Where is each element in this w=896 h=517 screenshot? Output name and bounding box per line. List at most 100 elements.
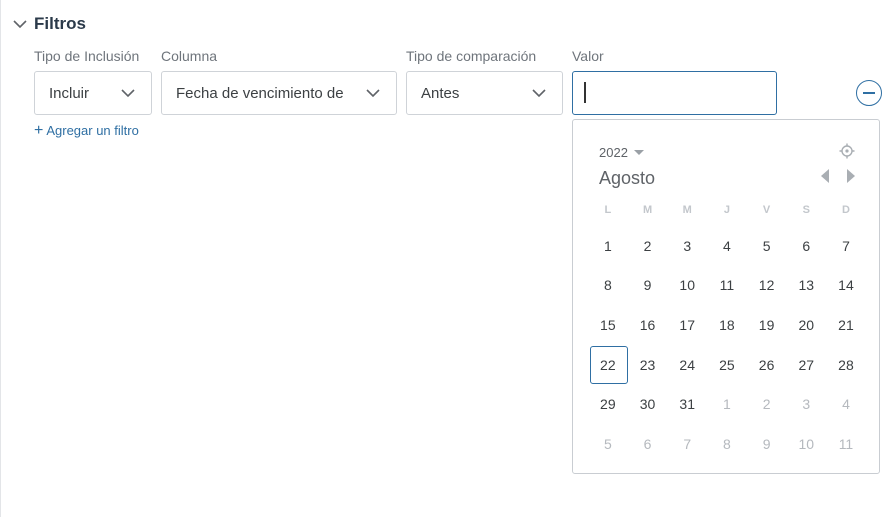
calendar-day[interactable]: 30 [628,384,668,424]
plus-icon: + [34,121,44,139]
filters-section-toggle[interactable]: Filtros [12,14,86,34]
calendar-day[interactable]: 23 [628,345,668,385]
weekday-label: D [841,204,850,216]
text-caret [584,82,586,103]
year-selector[interactable]: 2022 [599,145,644,160]
calendar-day[interactable]: 31 [667,384,707,424]
add-filter-link[interactable]: + Agregar un filtro [34,121,139,139]
day-number: 22 [600,356,616,373]
minus-icon [863,92,875,94]
day-number: 12 [758,277,775,294]
day-number: 25 [719,356,735,373]
calendar-day[interactable]: 1 [588,226,628,266]
calendar-day[interactable]: 21 [826,305,866,345]
calendar-day[interactable]: 14 [826,266,866,306]
day-number: 6 [802,237,811,254]
calendar-day[interactable]: 12 [747,266,787,306]
add-filter-label: Agregar un filtro [46,123,139,138]
calendar-day[interactable]: 17 [667,305,707,345]
day-number: 28 [838,356,854,373]
day-number: 26 [758,356,775,373]
calendar-day[interactable]: 4 [707,226,747,266]
inclusion-type-select[interactable]: Incluir [34,71,152,115]
day-number: 21 [838,316,854,333]
calendar-day-selected[interactable]: 22 [588,345,628,385]
calendar-day[interactable]: 24 [667,345,707,385]
chevron-down-icon [532,89,546,98]
calendar-day[interactable]: 20 [786,305,826,345]
calendar-day[interactable]: 11 [826,424,866,464]
day-number: 2 [643,237,652,254]
chevron-down-icon [121,89,135,98]
calendar-day[interactable]: 16 [628,305,668,345]
value-date-input[interactable] [572,71,777,115]
day-number: 4 [842,396,850,413]
column-value: Fecha de vencimiento de [176,84,344,102]
day-number: 27 [798,356,815,373]
remove-filter-button[interactable] [856,80,882,106]
calendar-day[interactable]: 8 [707,424,747,464]
calendar-day[interactable]: 3 [786,384,826,424]
calendar-day[interactable]: 11 [707,266,747,306]
day-number: 5 [762,237,771,254]
calendar-day[interactable]: 9 [747,424,787,464]
day-number: 9 [762,435,771,452]
calendar-day[interactable]: 8 [588,266,628,306]
calendar-day[interactable]: 9 [628,266,668,306]
day-number: 7 [842,237,850,254]
day-number: 11 [838,435,854,452]
weekday-label: M [642,204,653,216]
calendar-day[interactable]: 5 [588,424,628,464]
calendar-day[interactable]: 27 [786,345,826,385]
weekday-header: L M M J V S D [588,204,866,216]
calendar-day[interactable]: 10 [667,266,707,306]
day-number: 20 [798,316,815,333]
next-month-icon[interactable] [847,169,855,183]
previous-month-icon[interactable] [821,169,829,183]
day-number: 16 [639,316,656,333]
calendar-day[interactable]: 18 [707,305,747,345]
day-number: 10 [679,277,695,294]
inclusion-type-label: Tipo de Inclusión [34,48,140,64]
calendar-day[interactable]: 29 [588,384,628,424]
comparison-type-select[interactable]: Antes [406,71,563,115]
column-label: Columna [161,48,218,64]
calendar-day[interactable]: 13 [786,266,826,306]
calendar-day[interactable]: 7 [667,424,707,464]
calendar-day[interactable]: 5 [747,226,787,266]
weekday-label: S [802,204,810,216]
day-number: 9 [643,277,652,294]
day-number: 13 [798,277,815,294]
calendar-day[interactable]: 7 [826,226,866,266]
day-number: 4 [723,237,731,254]
weekday-label: L [604,204,612,216]
calendar-day[interactable]: 6 [786,226,826,266]
day-number: 6 [643,435,652,452]
calendar-day[interactable]: 28 [826,345,866,385]
crosshair-icon[interactable] [839,143,855,159]
calendar-day[interactable]: 25 [707,345,747,385]
day-number: 1 [603,237,612,254]
calendar-day[interactable]: 2 [628,226,668,266]
day-number: 14 [838,277,854,294]
calendar-day[interactable]: 2 [747,384,787,424]
date-picker-calendar: 2022 Agosto L M M J V S D 1 2 3 4 5 6 7 8 9 10 11 1… [572,119,880,474]
column-select[interactable]: Fecha de vencimiento de [161,71,397,115]
calendar-day[interactable]: 26 [747,345,787,385]
calendar-day[interactable]: 3 [667,226,707,266]
calendar-day[interactable]: 1 [707,384,747,424]
calendar-day[interactable]: 15 [588,305,628,345]
day-number: 8 [723,435,731,452]
calendar-day[interactable]: 19 [747,305,787,345]
day-number: 23 [639,356,656,373]
day-number: 30 [639,396,656,413]
calendar-day[interactable]: 10 [786,424,826,464]
days-grid: 1 2 3 4 5 6 7 8 9 10 11 12 13 14 15 16 17 18 19 20 21 22 23 24 2… [588,226,866,464]
day-number: 19 [758,316,775,333]
section-title: Filtros [34,14,86,33]
day-number: 10 [798,435,815,452]
day-number: 3 [683,237,692,254]
calendar-day[interactable]: 6 [628,424,668,464]
comparison-type-label: Tipo de comparación [406,48,537,64]
calendar-day[interactable]: 4 [826,384,866,424]
